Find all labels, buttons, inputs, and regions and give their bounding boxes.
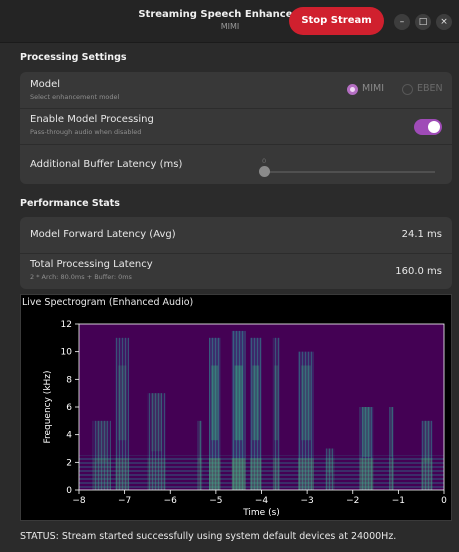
forward-latency-value: 24.1 ms: [401, 229, 442, 240]
speech-segment-core: [151, 393, 163, 452]
model-label: Model: [30, 79, 61, 90]
speech-segment-harmonics: [197, 458, 203, 490]
forward-latency-row: Model Forward Latency (Avg) 24.1 ms: [20, 217, 452, 253]
status-text: STATUS: Stream started successfully usin…: [20, 531, 397, 542]
speech-segment-harmonics: [298, 458, 314, 490]
radio-mimi[interactable]: [347, 84, 358, 95]
speech-segment-core: [390, 407, 393, 457]
forward-latency-label: Model Forward Latency (Avg): [30, 229, 176, 240]
enable-row: Enable Model Processing Pass-through aud…: [20, 108, 452, 145]
y-tick-label: 8: [66, 375, 72, 385]
speech-segment-harmonics: [421, 458, 433, 490]
radio-mimi-label[interactable]: MIMI: [362, 83, 384, 94]
enable-sublabel: Pass-through audio when disabled: [30, 128, 142, 136]
speech-segment-harmonics: [389, 458, 394, 490]
performance-stats-card: Model Forward Latency (Avg) 24.1 ms Tota…: [20, 217, 452, 289]
spectrogram-chart: −8 −7 −6 −5 −4 −3 −2 −1 0 0 2 4 6 8 10 12 Time (s) Freq…: [43, 320, 447, 518]
speech-segment-harmonics: [325, 458, 335, 490]
y-tick-label: 12: [61, 320, 72, 330]
x-tick-label: −2: [346, 496, 359, 506]
spectrogram-title: Live Spectrogram (Enhanced Audio): [22, 297, 194, 308]
total-latency-label: Total Processing Latency: [30, 259, 153, 270]
processing-settings-title: Processing Settings: [20, 52, 127, 63]
title-bar: Streaming Speech Enhancement MIMI Stop S…: [0, 0, 459, 43]
performance-stats-title: Performance Stats: [20, 198, 120, 209]
radio-eben-label[interactable]: EBEN: [417, 83, 443, 94]
latency-label: Additional Buffer Latency (ms): [30, 159, 183, 170]
latency-slider-handle[interactable]: [259, 166, 270, 177]
speech-segment-core: [96, 420, 108, 463]
close-icon[interactable]: ×: [436, 14, 452, 30]
x-tick-label: −3: [300, 496, 313, 506]
speech-segment-core: [362, 407, 371, 457]
speech-segment-core: [118, 365, 127, 441]
model-sublabel: Select enhancement model: [30, 93, 120, 101]
speech-segment-harmonics: [209, 458, 221, 490]
enable-toggle[interactable]: [414, 119, 442, 135]
y-tick-label: 10: [61, 348, 73, 358]
y-tick-label: 2: [66, 458, 72, 468]
total-latency-sublabel: 2 * Arch: 80.0ms + Buffer: 0ms: [30, 273, 132, 281]
speech-segment-harmonics: [359, 458, 374, 490]
toggle-knob: [428, 121, 440, 133]
x-tick-label: −6: [164, 496, 178, 506]
speech-segment-harmonics: [147, 458, 166, 490]
x-axis-label: Time (s): [242, 508, 280, 518]
speech-segment-harmonics: [272, 458, 280, 490]
speech-segment-harmonics: [92, 458, 111, 490]
speech-segment-harmonics: [231, 458, 246, 490]
speech-segment-harmonics: [250, 458, 262, 490]
enable-label: Enable Model Processing: [30, 114, 154, 125]
model-row: Model Select enhancement model MIMI EBEN: [20, 72, 452, 108]
speech-segment-core: [301, 365, 311, 441]
y-tick-label: 0: [66, 486, 72, 496]
x-tick-label: −4: [255, 496, 269, 506]
speech-segment-core: [234, 365, 243, 441]
y-axis-label: Frequency (kHz): [43, 370, 53, 443]
stop-stream-button[interactable]: Stop Stream: [289, 7, 384, 35]
x-tick-label: 0: [441, 496, 447, 506]
speech-segment-core: [198, 420, 202, 463]
latency-slider-value: 0: [262, 157, 267, 165]
y-tick-label: 6: [66, 403, 72, 413]
processing-settings-card: Model Select enhancement model MIMI EBEN…: [20, 72, 452, 184]
speech-segment-core: [423, 420, 431, 463]
radio-eben[interactable]: [402, 84, 413, 95]
x-tick-label: −1: [392, 496, 405, 506]
x-tick-label: −7: [118, 496, 131, 506]
speech-segment-core: [252, 365, 260, 441]
total-latency-value: 160.0 ms: [395, 266, 442, 277]
x-tick-label: −5: [209, 496, 222, 506]
maximize-icon[interactable]: □: [415, 14, 431, 30]
speech-segment-core: [211, 365, 219, 441]
total-latency-row: Total Processing Latency 2 * Arch: 80.0m…: [20, 253, 452, 290]
latency-slider-track[interactable]: [265, 171, 435, 173]
speech-segment-core: [274, 365, 279, 441]
latency-row: Additional Buffer Latency (ms) 0: [20, 144, 452, 185]
x-tick-label: −8: [72, 496, 86, 506]
speech-segment-harmonics: [115, 458, 130, 490]
y-tick-label: 4: [66, 431, 72, 441]
minimize-icon[interactable]: –: [394, 14, 410, 30]
